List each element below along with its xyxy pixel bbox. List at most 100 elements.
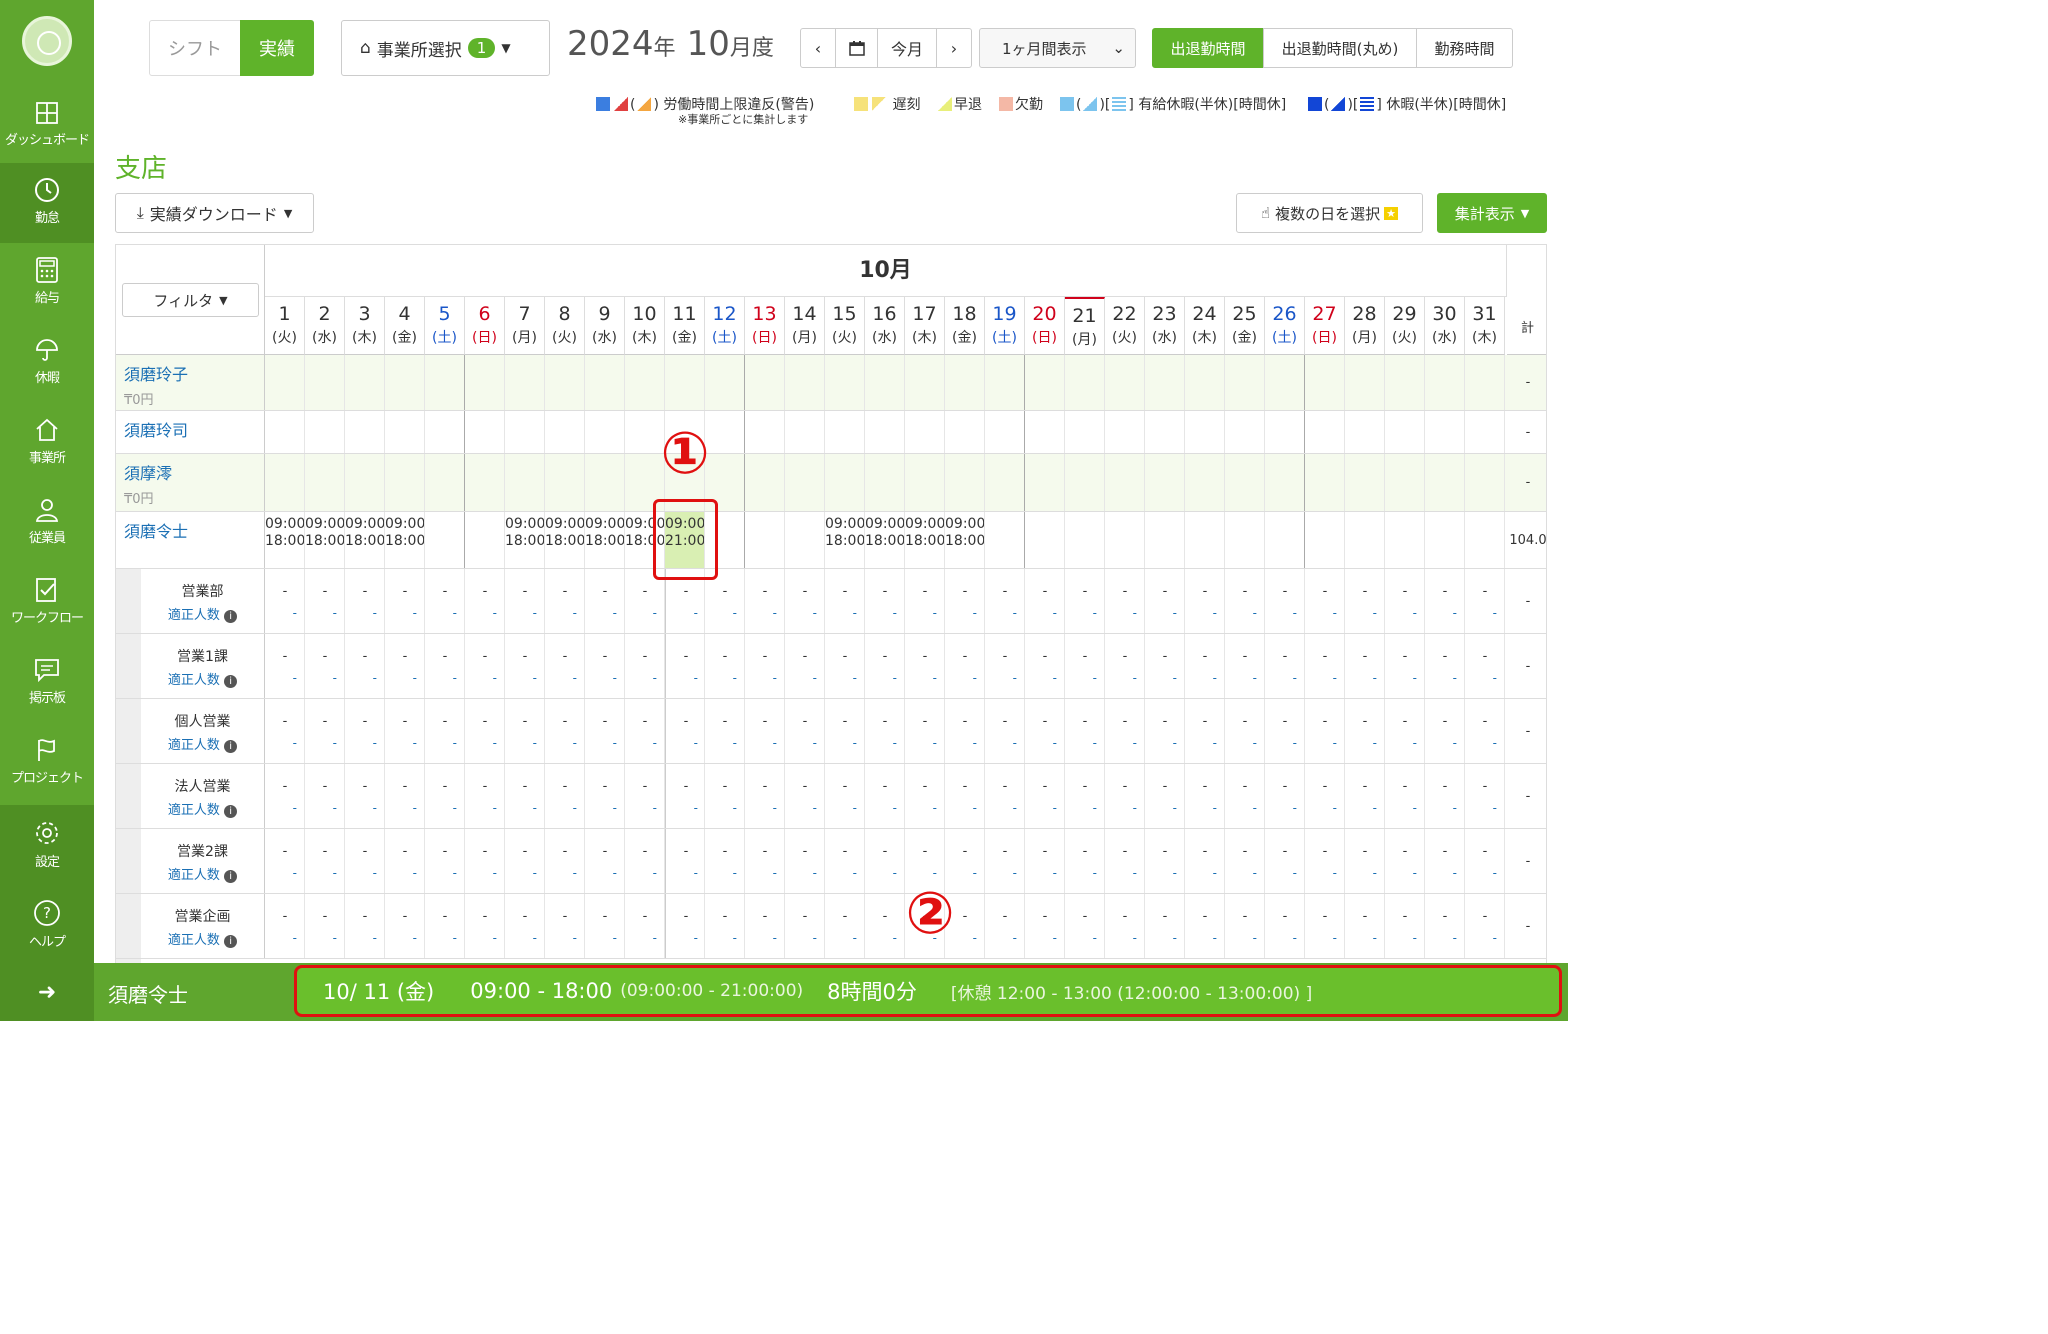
dept-day-cell-26[interactable]: -- [1265,829,1305,893]
day-header-15[interactable]: 15 (火) [825,297,865,355]
day-cell-5[interactable] [425,355,465,410]
dept-day-cell-4[interactable]: -- [385,829,425,893]
day-cell-19[interactable] [985,355,1025,410]
day-cell-21[interactable] [1065,454,1105,511]
day-cell-26[interactable] [1265,411,1305,453]
dept-day-cell-22[interactable]: -- [1105,569,1145,633]
day-cell-16[interactable] [865,411,905,453]
day-cell-25[interactable] [1225,512,1265,568]
dept-day-cell-28[interactable]: -- [1345,894,1385,958]
dept-day-cell-23[interactable]: -- [1145,829,1185,893]
day-cell-31[interactable] [1465,512,1505,568]
dept-day-cell-23[interactable]: -- [1145,764,1185,828]
day-cell-7[interactable] [505,411,545,453]
day-cell-5[interactable] [425,454,465,511]
dept-day-cell-5[interactable]: -- [425,699,465,763]
dept-day-cell-13[interactable]: -- [745,569,785,633]
sidebar-item-checklist[interactable]: ワークフロー [0,563,94,643]
day-cell-3[interactable] [345,411,385,453]
dept-day-cell-23[interactable]: -- [1145,699,1185,763]
mode-shift-button[interactable]: シフト [149,20,241,76]
sidebar-item-home[interactable]: 事業所 [0,403,94,483]
dept-day-cell-10[interactable]: -- [625,634,665,698]
dept-day-cell-7[interactable]: -- [505,699,545,763]
employee-name[interactable]: 須磨玲司 [124,421,188,440]
dept-day-cell-5[interactable]: -- [425,894,465,958]
day-cell-12[interactable] [705,355,745,410]
dept-day-cell-2[interactable]: -- [305,829,345,893]
sidebar-item-dashboard[interactable]: ダッシュボード [0,93,94,173]
day-header-24[interactable]: 24 (木) [1185,297,1225,355]
sidebar-item-person[interactable]: 従業員 [0,483,94,563]
day-header-3[interactable]: 3 (木) [345,297,385,355]
day-cell-28[interactable] [1345,454,1385,511]
dept-day-cell-4[interactable]: -- [385,699,425,763]
employee-name-cell[interactable]: 須摩澪 ₸0円 [116,454,265,511]
dept-day-cell-8[interactable]: -- [545,829,585,893]
dept-day-cell-13[interactable]: -- [745,634,785,698]
dept-day-cell-2[interactable]: -- [305,764,345,828]
day-cell-2[interactable] [305,355,345,410]
dept-day-cell-26[interactable]: -- [1265,634,1305,698]
day-cell-3[interactable] [345,355,385,410]
day-cell-8[interactable] [545,411,585,453]
employee-name[interactable]: 須摩澪 [124,464,172,483]
dept-day-cell-5[interactable]: -- [425,829,465,893]
dept-day-cell-18[interactable]: -- [945,699,985,763]
day-cell-24[interactable] [1185,355,1225,410]
dept-day-cell-26[interactable]: -- [1265,764,1305,828]
day-cell-23[interactable] [1145,512,1185,568]
day-cell-28[interactable] [1345,512,1385,568]
day-cell-1[interactable] [265,454,305,511]
dept-day-cell-16[interactable]: -- [865,569,905,633]
dept-day-cell-28[interactable]: -- [1345,764,1385,828]
dept-day-cell-14[interactable]: -- [785,634,825,698]
dept-day-cell-11[interactable]: -- [665,764,705,828]
dept-day-cell-3[interactable]: -- [345,634,385,698]
day-header-27[interactable]: 27 (日) [1305,297,1345,355]
day-cell-20[interactable] [1025,454,1065,511]
dept-day-cell-22[interactable]: -- [1105,764,1145,828]
day-cell-5[interactable] [425,512,465,568]
dept-day-cell-9[interactable]: -- [585,894,625,958]
day-cell-27[interactable] [1305,411,1345,453]
dept-day-cell-7[interactable]: -- [505,764,545,828]
dept-day-cell-28[interactable]: -- [1345,569,1385,633]
day-header-28[interactable]: 28 (月) [1345,297,1385,355]
day-header-16[interactable]: 16 (水) [865,297,905,355]
dept-day-cell-3[interactable]: -- [345,569,385,633]
dept-day-cell-30[interactable]: -- [1425,894,1465,958]
dept-day-cell-23[interactable]: -- [1145,569,1185,633]
department-target-link[interactable]: 適正人数 i [141,929,264,948]
day-cell-17[interactable] [905,454,945,511]
day-cell-4[interactable] [385,355,425,410]
office-select-dropdown[interactable]: ⌂ 事業所選択 1 ▼ [341,20,550,76]
dept-day-cell-30[interactable]: -- [1425,634,1465,698]
day-header-13[interactable]: 13 (日) [745,297,785,355]
day-cell-8[interactable]: 09:00 18:00 [545,512,585,568]
day-cell-18[interactable] [945,454,985,511]
day-cell-14[interactable] [785,454,825,511]
day-cell-13[interactable] [745,355,785,410]
dept-day-cell-12[interactable]: -- [705,634,745,698]
dept-day-cell-13[interactable]: -- [745,764,785,828]
dept-day-cell-8[interactable]: -- [545,699,585,763]
dept-day-cell-13[interactable]: -- [745,699,785,763]
day-cell-26[interactable] [1265,355,1305,410]
dept-day-cell-21[interactable]: -- [1065,634,1105,698]
dept-day-cell-9[interactable]: -- [585,634,625,698]
day-cell-18[interactable] [945,355,985,410]
day-cell-6[interactable] [465,512,505,568]
day-cell-7[interactable]: 09:00 18:00 [505,512,545,568]
day-cell-30[interactable] [1425,355,1465,410]
day-cell-17[interactable]: 09:00 18:00 [905,512,945,568]
day-cell-31[interactable] [1465,454,1505,511]
range-select[interactable]: 1ヶ月間表示 ⌄ [979,28,1136,68]
prev-month-button[interactable]: ‹ [800,28,836,68]
day-cell-2[interactable] [305,454,345,511]
day-cell-19[interactable] [985,411,1025,453]
dept-day-cell-14[interactable]: -- [785,829,825,893]
day-cell-16[interactable] [865,454,905,511]
day-header-29[interactable]: 29 (火) [1385,297,1425,355]
dept-day-cell-21[interactable]: -- [1065,699,1105,763]
